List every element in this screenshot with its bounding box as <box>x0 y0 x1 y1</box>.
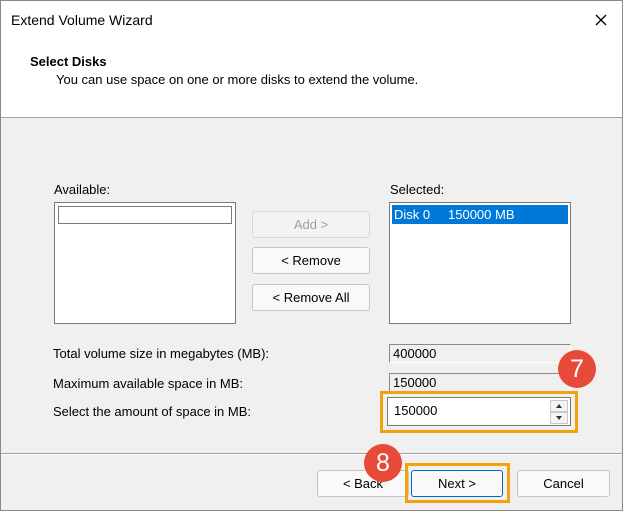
add-button[interactable]: Add > <box>252 211 370 238</box>
wizard-header: Select Disks You can use space on one or… <box>1 39 622 118</box>
max-space-field: 150000 <box>389 373 571 392</box>
selected-list-item[interactable]: Disk 0 150000 MB <box>392 205 568 224</box>
close-button[interactable] <box>585 7 617 33</box>
max-space-label: Maximum available space in MB: <box>53 376 244 391</box>
selected-listbox[interactable]: Disk 0 150000 MB <box>389 202 571 324</box>
remove-button[interactable]: < Remove <box>252 247 370 274</box>
total-size-field: 400000 <box>389 344 571 363</box>
footer-divider-light <box>1 454 622 455</box>
page-title: Select Disks <box>30 54 107 69</box>
step-badge-8: 8 <box>364 444 402 482</box>
available-label: Available: <box>54 182 111 197</box>
window-title: Extend Volume Wizard <box>11 12 153 28</box>
cancel-button[interactable]: Cancel <box>517 470 610 497</box>
remove-all-button[interactable]: < Remove All <box>252 284 370 311</box>
close-icon <box>595 14 607 26</box>
step-badge-7: 7 <box>558 350 596 388</box>
page-subtitle: You can use space on one or more disks t… <box>56 72 419 87</box>
amount-highlight-box <box>380 391 578 433</box>
available-listbox[interactable] <box>54 202 236 324</box>
selected-label: Selected: <box>390 182 445 197</box>
selected-disk-size: 150000 MB <box>448 207 515 222</box>
amount-label: Select the amount of space in MB: <box>53 404 251 419</box>
next-highlight-box <box>405 463 510 503</box>
selected-disk-name: Disk 0 <box>394 207 431 222</box>
available-focus-row[interactable] <box>58 206 232 224</box>
extend-volume-wizard-window: Extend Volume Wizard Select Disks You ca… <box>0 0 623 511</box>
total-size-label: Total volume size in megabytes (MB): <box>53 346 270 361</box>
title-bar: Extend Volume Wizard <box>1 1 622 39</box>
